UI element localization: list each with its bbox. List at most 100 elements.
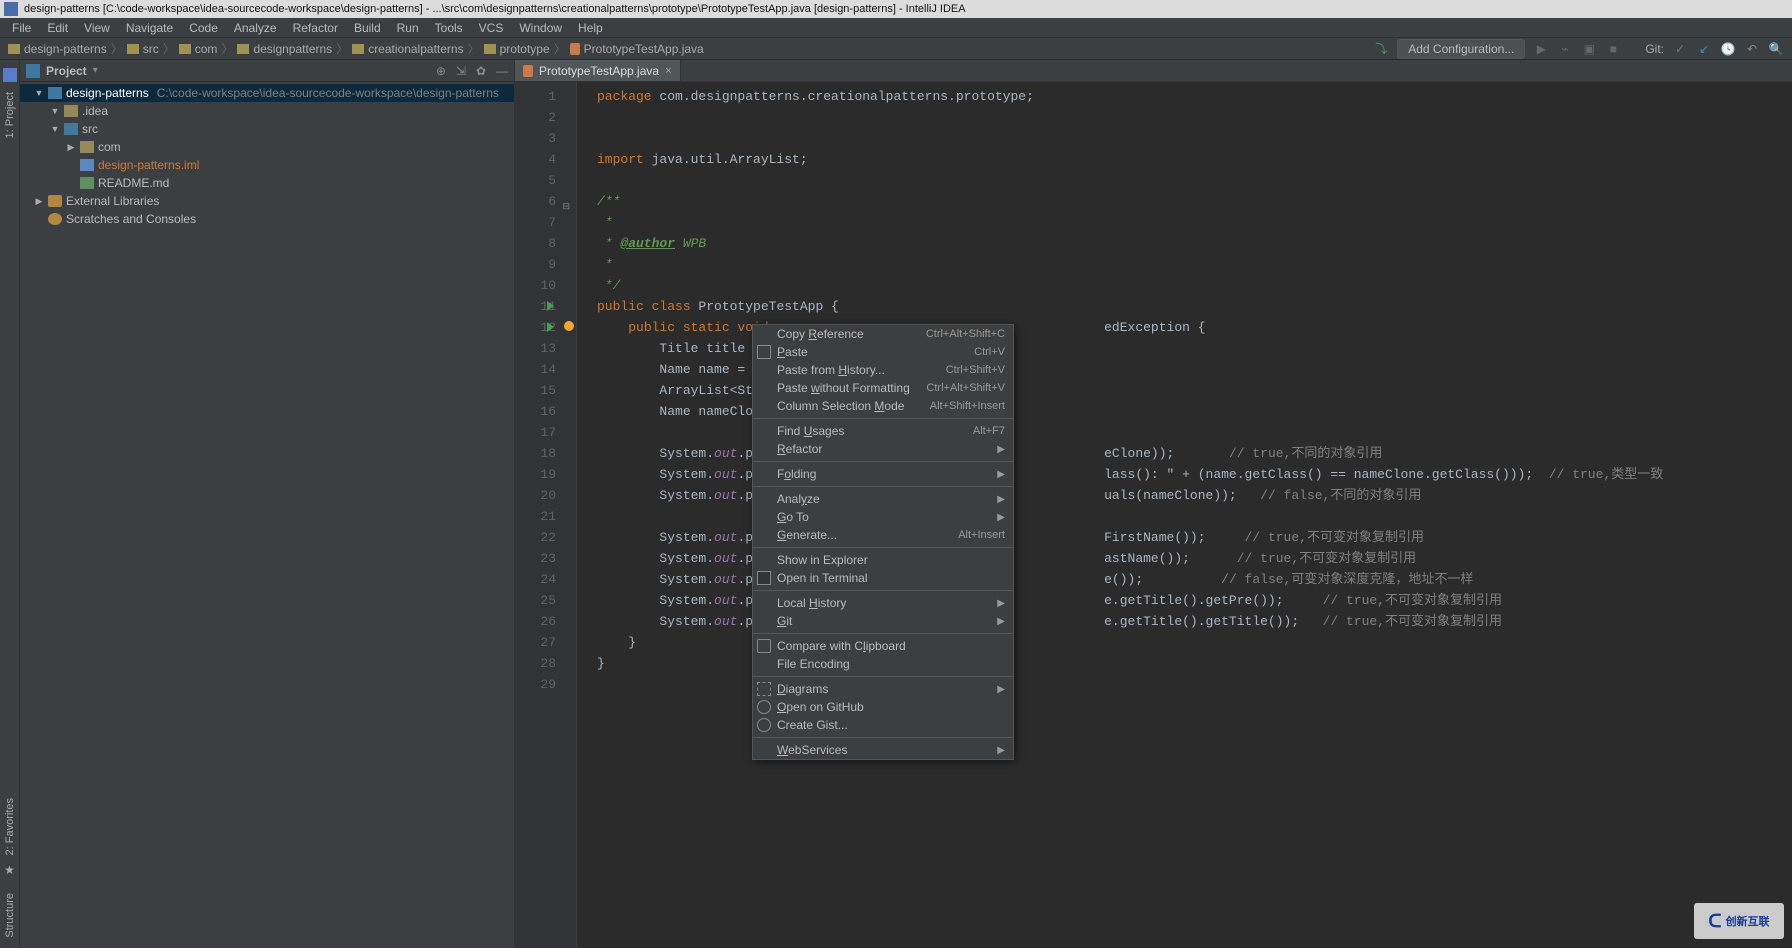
menu-help[interactable]: Help xyxy=(570,19,611,37)
tree-row[interactable]: design-patterns.iml xyxy=(20,156,514,174)
ctx-create-gist-[interactable]: Create Gist... xyxy=(753,716,1013,734)
ctx-webservices[interactable]: WebServices▶ xyxy=(753,741,1013,759)
coverage-icon[interactable]: ▣ xyxy=(1581,41,1597,57)
debug-icon[interactable]: ⌁ xyxy=(1557,41,1573,57)
crumb-item[interactable]: src xyxy=(143,42,159,56)
run-gutter-icon[interactable] xyxy=(547,322,554,332)
tree-row[interactable]: ▶External Libraries xyxy=(20,192,514,210)
menu-build[interactable]: Build xyxy=(346,19,389,37)
ctx-copy-reference[interactable]: Copy ReferenceCtrl+Alt+Shift+C xyxy=(753,325,1013,343)
menu-refactor[interactable]: Refactor xyxy=(285,19,346,37)
ctx-show-in-explorer[interactable]: Show in Explorer xyxy=(753,551,1013,569)
tree-row[interactable]: ▼.idea xyxy=(20,102,514,120)
ctx-paste-without-formatting[interactable]: Paste without FormattingCtrl+Alt+Shift+V xyxy=(753,379,1013,397)
collapse-all-icon[interactable]: ⇲ xyxy=(456,64,466,78)
menu-run[interactable]: Run xyxy=(389,19,427,37)
lib-icon xyxy=(48,195,62,207)
crumb-root[interactable]: design-patterns xyxy=(8,42,107,56)
vcs-commit-icon[interactable]: ↙ xyxy=(1696,41,1712,57)
ctx-paste-from-history-[interactable]: Paste from History...Ctrl+Shift+V xyxy=(753,361,1013,379)
navigation-bar: design-patterns 〉 src 〉 com 〉 designpattern… xyxy=(0,38,1792,60)
menu-view[interactable]: View xyxy=(76,19,118,37)
menu-analyze[interactable]: Analyze xyxy=(226,19,285,37)
tree-row[interactable]: Scratches and Consoles xyxy=(20,210,514,228)
menu-code[interactable]: Code xyxy=(181,19,226,37)
crumb-file[interactable]: PrototypeTestApp.java xyxy=(584,42,704,56)
iml-icon xyxy=(80,159,94,171)
ctx-diagrams[interactable]: Diagrams▶ xyxy=(753,680,1013,698)
ctx-refactor[interactable]: Refactor▶ xyxy=(753,440,1013,458)
terminal-icon xyxy=(757,571,771,585)
menu-navigate[interactable]: Navigate xyxy=(118,19,181,37)
ctx-open-in-terminal[interactable]: Open in Terminal xyxy=(753,569,1013,587)
project-tree[interactable]: ▼design-patternsC:\code-workspace\idea-s… xyxy=(20,82,514,948)
editor-tab-active[interactable]: PrototypeTestApp.java × xyxy=(515,60,681,81)
ctx-folding[interactable]: Folding▶ xyxy=(753,465,1013,483)
vcs-update-icon[interactable]: ✓ xyxy=(1672,41,1688,57)
ctx-file-encoding[interactable]: File Encoding xyxy=(753,655,1013,673)
menu-file[interactable]: File xyxy=(4,19,39,37)
intention-bulb-icon[interactable] xyxy=(564,321,574,331)
tree-row[interactable]: ▼design-patternsC:\code-workspace\idea-s… xyxy=(20,84,514,102)
editor-body[interactable]: 12345 6⊟ 78910 11 12 1314151617 18192021… xyxy=(515,82,1792,948)
vcs-history-icon[interactable]: 🕓 xyxy=(1720,41,1736,57)
ctx-generate-[interactable]: Generate...Alt+Insert xyxy=(753,526,1013,544)
hide-panel-icon[interactable]: — xyxy=(496,64,508,78)
crumb-item[interactable]: designpatterns xyxy=(253,42,332,56)
menu-window[interactable]: Window xyxy=(511,19,570,37)
ctx-local-history[interactable]: Local History▶ xyxy=(753,594,1013,612)
menu-edit[interactable]: Edit xyxy=(39,19,76,37)
ctx-paste[interactable]: PasteCtrl+V xyxy=(753,343,1013,361)
tab-label: PrototypeTestApp.java xyxy=(539,64,659,78)
ctx-git[interactable]: Git▶ xyxy=(753,612,1013,630)
favorites-tool-label[interactable]: 2: Favorites xyxy=(4,798,16,855)
build-icon[interactable]: ⤵ xyxy=(1373,41,1389,57)
target-icon[interactable]: ⊕ xyxy=(436,64,446,78)
git-label: Git: xyxy=(1645,42,1664,56)
gear-icon[interactable]: ✿ xyxy=(476,64,486,78)
add-configuration-button[interactable]: Add Configuration... xyxy=(1397,39,1525,59)
fold-icon[interactable]: ⊟ xyxy=(562,197,570,218)
crumb-item[interactable]: prototype xyxy=(500,42,550,56)
left-tool-strip: 1: Project 2: Favorites ★ Structure xyxy=(0,60,20,948)
ctx-compare-with-clipboard[interactable]: Compare with Clipboard xyxy=(753,637,1013,655)
chevron-down-icon[interactable]: ▾ xyxy=(93,65,98,76)
folder-icon xyxy=(352,44,364,54)
menu-vcs[interactable]: VCS xyxy=(471,19,512,37)
ctx-analyze[interactable]: Analyze▶ xyxy=(753,490,1013,508)
close-icon[interactable]: × xyxy=(665,65,671,77)
ctx-find-usages[interactable]: Find UsagesAlt+F7 xyxy=(753,422,1013,440)
chevron-right-icon: 〉 xyxy=(336,40,348,57)
ctx-open-on-github[interactable]: Open on GitHub xyxy=(753,698,1013,716)
run-gutter-icon[interactable] xyxy=(547,301,554,311)
crumb-item[interactable]: creationalpatterns xyxy=(368,42,463,56)
project-tool-label[interactable]: 1: Project xyxy=(4,92,16,138)
folder-icon xyxy=(64,105,78,117)
editor-gutter[interactable]: 12345 6⊟ 78910 11 12 1314151617 18192021… xyxy=(515,82,577,948)
run-icon[interactable]: ▶ xyxy=(1533,41,1549,57)
tree-row[interactable]: README.md xyxy=(20,174,514,192)
project-panel-title[interactable]: Project xyxy=(46,64,87,78)
tree-row[interactable]: ▼src xyxy=(20,120,514,138)
diag-icon xyxy=(757,682,771,696)
menu-tools[interactable]: Tools xyxy=(427,19,471,37)
tree-row[interactable]: ▶com xyxy=(20,138,514,156)
md-icon xyxy=(80,177,94,189)
crumb-item[interactable]: com xyxy=(195,42,218,56)
project-panel-icon xyxy=(26,64,40,78)
vcs-revert-icon[interactable]: ↶ xyxy=(1744,41,1760,57)
structure-tool-label[interactable]: Structure xyxy=(4,893,16,938)
favorites-star-icon: ★ xyxy=(4,863,15,877)
window-title-bar: design-patterns [C:\code-workspace\idea-… xyxy=(0,0,1792,18)
ctx-column-selection-mode[interactable]: Column Selection ModeAlt+Shift+Insert xyxy=(753,397,1013,415)
ctx-go-to[interactable]: Go To▶ xyxy=(753,508,1013,526)
window-title: design-patterns [C:\code-workspace\idea-… xyxy=(24,3,966,15)
project-tool-icon[interactable] xyxy=(3,68,17,82)
chevron-right-icon: 〉 xyxy=(111,40,123,57)
chevron-right-icon: 〉 xyxy=(468,40,480,57)
stop-icon[interactable]: ■ xyxy=(1605,41,1621,57)
gh-icon xyxy=(757,718,771,732)
search-icon[interactable]: 🔍 xyxy=(1768,41,1784,57)
folder-icon xyxy=(484,44,496,54)
folder-icon xyxy=(237,44,249,54)
